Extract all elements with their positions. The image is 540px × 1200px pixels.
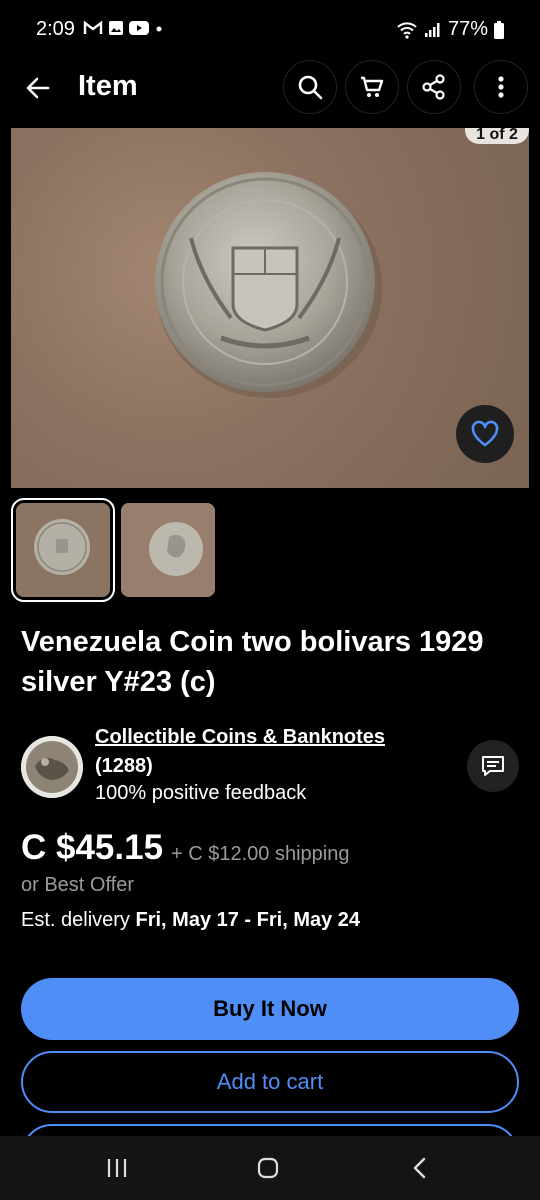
add-to-watchlist-button[interactable] — [456, 405, 514, 463]
item-price: C $45.15 — [21, 828, 164, 867]
heart-icon — [471, 420, 499, 447]
battery-icon — [494, 20, 504, 39]
gallery-icon — [109, 21, 123, 35]
back-arrow-icon — [26, 77, 50, 99]
estimated-delivery: Est. delivery Fri, May 17 - Fri, May 24 — [21, 909, 360, 932]
status-time: 2:09 — [36, 18, 75, 40]
status-system-icons: 77% — [396, 18, 504, 41]
youtube-icon — [129, 21, 149, 35]
share-button[interactable] — [407, 60, 461, 114]
share-icon — [422, 74, 445, 100]
more-options-button[interactable] — [474, 60, 528, 114]
wifi-icon — [397, 21, 417, 39]
search-button[interactable] — [283, 60, 337, 114]
item-main-photo[interactable]: 1 of 2 — [11, 128, 529, 488]
seller-feedback-count: (1288) — [95, 755, 153, 777]
thumbnail-2[interactable] — [121, 503, 215, 597]
seller-avatar-image — [21, 736, 83, 798]
cart-icon — [361, 76, 384, 97]
shipping-cost: + C $12.00 shipping — [171, 843, 350, 865]
message-seller-button[interactable] — [467, 740, 519, 792]
buy-it-now-button[interactable]: Buy It Now — [21, 978, 519, 1040]
status-notification-icons — [83, 20, 164, 36]
app-bar: Item — [0, 58, 540, 118]
status-bar: 2:09 77% — [0, 0, 540, 60]
signal-icon — [424, 22, 440, 37]
battery-percent: 77% — [447, 18, 488, 40]
back-button[interactable] — [20, 70, 56, 106]
thumbnail-coin-image — [16, 503, 110, 597]
seller-avatar[interactable] — [21, 736, 83, 798]
home-icon — [257, 1157, 279, 1179]
cart-button[interactable] — [345, 60, 399, 114]
coin-reverse-image — [155, 172, 382, 398]
best-offer-text: or Best Offer — [21, 874, 135, 896]
recent-apps-icon — [107, 1159, 127, 1177]
delivery-label: Est. delivery — [21, 909, 130, 931]
listing-title: Venezuela Coin two bolivars 1929 silver … — [21, 626, 484, 698]
chat-icon — [482, 756, 504, 776]
recent-apps-button[interactable] — [97, 1150, 137, 1186]
dot-icon — [156, 26, 162, 32]
thumbnail-coin-image — [121, 503, 215, 597]
system-back-button[interactable] — [400, 1150, 440, 1186]
home-button[interactable] — [248, 1150, 288, 1186]
photo-counter: 1 of 2 — [465, 128, 529, 144]
seller-positive-feedback: 100% positive feedback — [95, 782, 307, 804]
page-title: Item — [78, 70, 138, 102]
gmail-icon — [83, 20, 103, 34]
more-vertical-icon — [498, 76, 504, 98]
system-navigation-bar — [0, 1136, 540, 1200]
seller-name-link[interactable]: Collectible Coins & Banknotes — [95, 726, 385, 749]
thumbnail-1[interactable] — [11, 498, 115, 602]
chevron-left-icon — [413, 1157, 426, 1179]
delivery-dates: Fri, May 17 - Fri, May 24 — [135, 909, 361, 931]
search-icon — [298, 75, 323, 100]
add-to-cart-button[interactable]: Add to cart — [21, 1051, 519, 1113]
